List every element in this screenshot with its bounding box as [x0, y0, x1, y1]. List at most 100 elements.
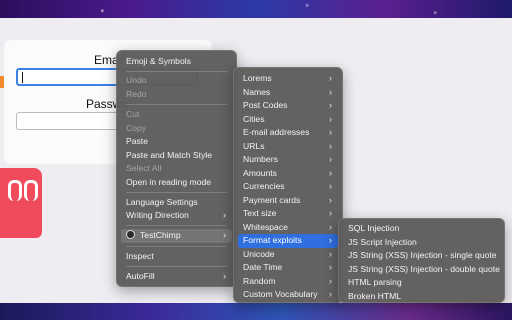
- menu-item-label: Copy: [126, 123, 147, 133]
- menu-item-cut: Cut: [121, 108, 232, 122]
- menu-item-label: Payment cards: [243, 194, 301, 205]
- menu-item-undo: Undo: [121, 74, 232, 88]
- menu-separator: [126, 246, 227, 247]
- text-caret: [22, 72, 23, 83]
- chevron-right-icon: ›: [223, 271, 226, 281]
- exploit-item-sql-injection[interactable]: SQL Injection: [343, 222, 500, 236]
- menu-separator: [126, 192, 227, 193]
- chevron-right-icon: ›: [329, 73, 332, 83]
- menu-item-testchimp[interactable]: TestChimp ›: [121, 229, 232, 243]
- menu-item-label: Cut: [126, 109, 140, 119]
- menu-item-redo: Redo: [121, 88, 232, 102]
- exploit-item-js-script-injection[interactable]: JS Script Injection: [343, 236, 500, 250]
- menu-item-writing-direction[interactable]: Writing Direction ›: [121, 209, 232, 223]
- menu-item-label: JS String (XSS) Injection - double quote: [348, 263, 500, 274]
- shopping-bag-illustration: [0, 168, 42, 238]
- submenu-item-whitespace[interactable]: Whitespace ›: [238, 221, 338, 235]
- menu-item-label: SQL Injection: [348, 223, 400, 233]
- menu-item-label: Date Time: [243, 262, 283, 272]
- menu-item-label: JS String (XSS) Injection - single quote: [348, 250, 497, 260]
- menu-item-label: Post Codes: [243, 100, 288, 110]
- submenu-item-text-size[interactable]: Text size ›: [238, 207, 338, 221]
- menu-item-label: Emoji & Symbols: [126, 56, 191, 66]
- desktop-wallpaper-bottom: [0, 303, 512, 320]
- menu-separator: [126, 104, 227, 105]
- menu-item-label: Writing Direction: [126, 210, 189, 220]
- menu-item-label: Paste: [126, 136, 148, 146]
- menu-item-label: Inspect: [126, 251, 154, 261]
- submenu-item-lorems[interactable]: Lorems ›: [238, 72, 338, 86]
- chevron-right-icon: ›: [329, 127, 332, 137]
- submenu-item-unicode[interactable]: Unicode ›: [238, 248, 338, 262]
- submenu-item-names[interactable]: Names ›: [238, 86, 338, 100]
- menu-item-label: Undo: [126, 75, 147, 85]
- chevron-right-icon: ›: [329, 86, 332, 97]
- bag-handle-left: [8, 180, 22, 201]
- menu-item-label: Whitespace: [243, 221, 288, 232]
- menu-item-inspect[interactable]: Inspect: [121, 250, 232, 264]
- menu-item-label: Select All: [126, 163, 162, 173]
- chevron-right-icon: ›: [329, 194, 332, 205]
- menu-item-emoji-symbols[interactable]: Emoji & Symbols: [121, 55, 232, 69]
- menu-item-label: JS Script Injection: [348, 236, 417, 247]
- menu-item-autofill[interactable]: AutoFill ›: [121, 270, 232, 284]
- menu-item-label: E-mail addresses: [243, 127, 310, 137]
- menu-item-label: TestChimp: [140, 230, 181, 240]
- submenu-item-currencies[interactable]: Currencies ›: [238, 180, 338, 194]
- chevron-right-icon: ›: [329, 100, 332, 110]
- submenu-item-cities[interactable]: Cities ›: [238, 113, 338, 127]
- menu-item-label: Language Settings: [126, 197, 198, 207]
- submenu-item-format-exploits[interactable]: Format exploits ›: [238, 234, 338, 248]
- menu-item-label: Cities: [243, 113, 265, 124]
- chevron-right-icon: ›: [223, 230, 226, 240]
- chevron-right-icon: ›: [329, 181, 332, 191]
- menu-item-label: Text size: [243, 208, 277, 218]
- chevron-right-icon: ›: [329, 140, 332, 151]
- testchimp-icon: [126, 230, 135, 239]
- menu-item-copy: Copy: [121, 122, 232, 136]
- submenu-item-urls[interactable]: URLs ›: [238, 140, 338, 154]
- password-field[interactable]: [16, 112, 126, 130]
- menu-separator: [126, 266, 227, 267]
- format-exploits-submenu: SQL Injection JS Script Injection JS Str…: [338, 218, 505, 303]
- menu-item-label: HTML parsing: [348, 277, 402, 287]
- menu-item-paste-match-style[interactable]: Paste and Match Style: [121, 149, 232, 163]
- submenu-item-random[interactable]: Random ›: [238, 275, 338, 289]
- menu-item-paste[interactable]: Paste: [121, 135, 232, 149]
- menu-separator: [126, 225, 227, 226]
- testchimp-submenu: Lorems › Names › Post Codes › Cities › E-mai…: [233, 67, 343, 303]
- chevron-right-icon: ›: [329, 262, 332, 272]
- submenu-item-custom-vocabulary[interactable]: Custom Vocabulary ›: [238, 288, 338, 302]
- menu-item-label: Lorems: [243, 73, 272, 83]
- chevron-right-icon: ›: [329, 248, 332, 259]
- chevron-right-icon: ›: [329, 208, 332, 218]
- menu-item-label: Unicode: [243, 248, 275, 259]
- menu-item-label: URLs: [243, 140, 265, 151]
- submenu-item-date-time[interactable]: Date Time ›: [238, 261, 338, 275]
- submenu-item-email-addresses[interactable]: E-mail addresses ›: [238, 126, 338, 140]
- menu-item-reading-mode[interactable]: Open in reading mode: [121, 176, 232, 190]
- exploit-item-xss-double-quote[interactable]: JS String (XSS) Injection - double quote: [343, 263, 500, 277]
- chevron-right-icon: ›: [329, 235, 332, 245]
- submenu-item-numbers[interactable]: Numbers ›: [238, 153, 338, 167]
- menu-item-label: Currencies: [243, 181, 285, 191]
- menu-separator: [126, 71, 227, 72]
- menu-item-label: Paste and Match Style: [126, 150, 212, 160]
- exploit-item-xss-single-quote[interactable]: JS String (XSS) Injection - single quote: [343, 249, 500, 263]
- chevron-right-icon: ›: [329, 289, 332, 299]
- exploit-item-broken-html[interactable]: Broken HTML: [343, 290, 500, 304]
- menu-item-label: Redo: [126, 89, 147, 99]
- exploit-item-html-parsing[interactable]: HTML parsing: [343, 276, 500, 290]
- menu-item-label: Names: [243, 86, 271, 97]
- submenu-item-amounts[interactable]: Amounts ›: [238, 167, 338, 181]
- menu-item-label: Custom Vocabulary: [243, 289, 318, 299]
- submenu-item-post-codes[interactable]: Post Codes ›: [238, 99, 338, 113]
- submenu-item-payment-cards[interactable]: Payment cards ›: [238, 194, 338, 208]
- chevron-right-icon: ›: [223, 210, 226, 220]
- menu-item-label: AutoFill: [126, 271, 155, 281]
- chevron-right-icon: ›: [329, 113, 332, 124]
- menu-item-language-settings[interactable]: Language Settings: [121, 196, 232, 210]
- menu-item-label: Format exploits: [243, 235, 302, 245]
- menu-item-label: Open in reading mode: [126, 177, 212, 187]
- menu-item-label: Broken HTML: [348, 290, 402, 301]
